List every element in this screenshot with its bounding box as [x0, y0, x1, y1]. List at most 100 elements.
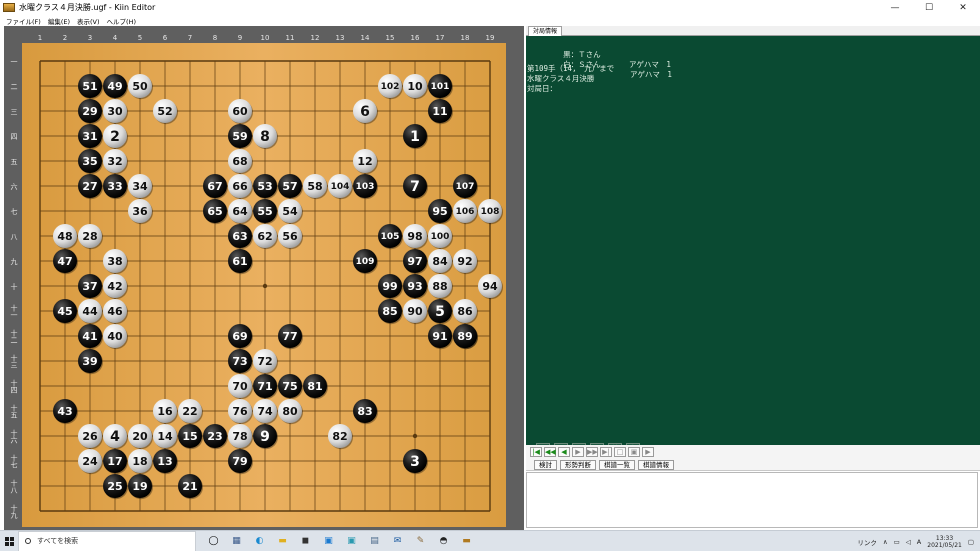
menu-view[interactable]: 表示(V): [77, 16, 100, 26]
move-number: 84: [432, 255, 448, 268]
start-button[interactable]: [0, 531, 18, 551]
forward-fast-button[interactable]: ▶▶: [586, 447, 598, 457]
move-number: 19: [132, 480, 147, 493]
app-blue-icon[interactable]: ▣: [321, 535, 336, 548]
app-dark-icon[interactable]: ◓: [436, 535, 451, 548]
move-number: 106: [456, 207, 475, 217]
column-label: 7: [188, 34, 192, 42]
back-button[interactable]: ◀: [558, 447, 570, 457]
kifu-info-button[interactable]: 棋譜情報: [638, 459, 674, 470]
move-number: 71: [257, 380, 272, 393]
square-filled-button[interactable]: ▣: [628, 447, 640, 457]
move-number: 45: [57, 305, 72, 318]
row-label: 十: [11, 282, 18, 291]
windows-logo-icon: [4, 536, 14, 546]
app-window: 水曜クラス４月決勝.ugf - Kiin Editor — ☐ ✕ ファイル(F…: [0, 0, 980, 551]
play-button[interactable]: ▶: [642, 447, 654, 457]
move-number: 31: [82, 130, 97, 143]
clock[interactable]: 13:33 2021/05/21: [927, 535, 962, 549]
app-gray-icon[interactable]: ▤: [367, 535, 382, 548]
menu-help[interactable]: ヘルプ(H): [107, 16, 136, 26]
move-number: 11: [432, 105, 447, 118]
move-number: 54: [282, 205, 298, 218]
row-label: 九: [11, 257, 18, 266]
move-number: 48: [57, 230, 72, 243]
edge-icon[interactable]: ◐: [252, 535, 267, 548]
move-number: 24: [82, 455, 98, 468]
tab-game-info[interactable]: 対局情報: [528, 26, 563, 36]
move-number: 2: [110, 129, 120, 145]
maximize-button[interactable]: ☐: [912, 0, 946, 15]
taskbar-apps: ◯ ▦ ◐ ▬ ◼ ▣ ▣ ▤ ✉ ✎ ◓ ▬: [206, 535, 474, 548]
taskbar-search[interactable]: すべてを検索: [18, 530, 196, 551]
move-number: 80: [282, 405, 298, 418]
tray-link-label[interactable]: リンク: [857, 537, 877, 547]
column-label: 4: [113, 34, 118, 42]
ime-icon[interactable]: A: [917, 538, 921, 546]
review-button[interactable]: 検討: [534, 459, 557, 470]
comment-textarea[interactable]: [526, 472, 978, 528]
close-button[interactable]: ✕: [946, 0, 980, 15]
move-number: 57: [282, 180, 297, 193]
task-view-icon[interactable]: ◯: [206, 535, 221, 548]
column-label: 19: [486, 34, 495, 42]
move-number: 42: [107, 280, 122, 293]
first-move-button[interactable]: |◀: [530, 447, 542, 457]
move-number: 107: [456, 182, 475, 192]
move-number: 40: [107, 330, 123, 343]
row-label: 十四: [11, 379, 18, 395]
column-label: 5: [138, 34, 142, 42]
go-board[interactable]: 1 2 3 4 5 6 7 8 9 10 11 12 13 14 15 16 17 18 19一二三四五六七八九十十…: [4, 26, 524, 530]
paint-icon[interactable]: ✎: [413, 535, 428, 548]
row-label: 六: [11, 182, 18, 191]
move-number: 25: [107, 480, 122, 493]
position-eval-button[interactable]: 形勢判断: [560, 459, 596, 470]
move-number: 32: [107, 155, 122, 168]
kifu-list-button[interactable]: 棋譜一覧: [599, 459, 635, 470]
volume-icon[interactable]: ◁: [906, 538, 911, 546]
mail-icon[interactable]: ✉: [390, 535, 405, 548]
move-number: 51: [82, 80, 97, 93]
back-fast-button[interactable]: ◀◀: [544, 447, 556, 457]
row-label: 十六: [11, 429, 18, 445]
move-number: 64: [232, 205, 248, 218]
move-number: 100: [431, 232, 450, 242]
minimize-button[interactable]: —: [878, 0, 912, 15]
app-teal-icon[interactable]: ▣: [344, 535, 359, 548]
notification-icon[interactable]: ▢: [968, 538, 974, 546]
move-number: 61: [232, 255, 247, 268]
move-number: 104: [331, 182, 350, 192]
forward-button[interactable]: ▶: [572, 447, 584, 457]
move-number: 38: [107, 255, 122, 268]
kiin-editor-icon[interactable]: ▬: [459, 535, 474, 548]
store-icon[interactable]: ◼: [298, 535, 313, 548]
move-number: 20: [132, 430, 148, 443]
move-number: 59: [232, 130, 247, 143]
row-label: 十五: [11, 404, 18, 420]
row-label: 十九: [11, 504, 18, 520]
move-number: 78: [232, 430, 247, 443]
move-number: 93: [407, 280, 422, 293]
move-number: 46: [107, 305, 123, 318]
network-icon[interactable]: ▭: [894, 538, 900, 546]
row-label: 四: [11, 133, 18, 141]
event-name: 水曜クラス４月決勝: [527, 74, 595, 83]
move-number: 105: [381, 232, 400, 242]
menu-edit[interactable]: 編集(E): [48, 16, 70, 26]
row-label: 三: [11, 108, 18, 116]
move-number: 58: [307, 180, 322, 193]
move-number: 86: [457, 305, 473, 318]
move-number: 13: [157, 455, 172, 468]
move-number: 14: [157, 430, 173, 443]
clock-time: 13:33: [935, 534, 954, 542]
move-number: 103: [356, 182, 375, 192]
menu-file[interactable]: ファイル(F): [6, 16, 41, 26]
explorer-icon[interactable]: ▬: [275, 535, 290, 548]
move-number: 36: [132, 205, 148, 218]
widgets-icon[interactable]: ▦: [229, 535, 244, 548]
column-label: 17: [436, 34, 445, 42]
last-move-button[interactable]: ▶|: [600, 447, 612, 457]
column-label: 11: [286, 34, 295, 42]
square-button[interactable]: □: [614, 447, 626, 457]
tray-chevron-icon[interactable]: ∧: [883, 538, 888, 546]
